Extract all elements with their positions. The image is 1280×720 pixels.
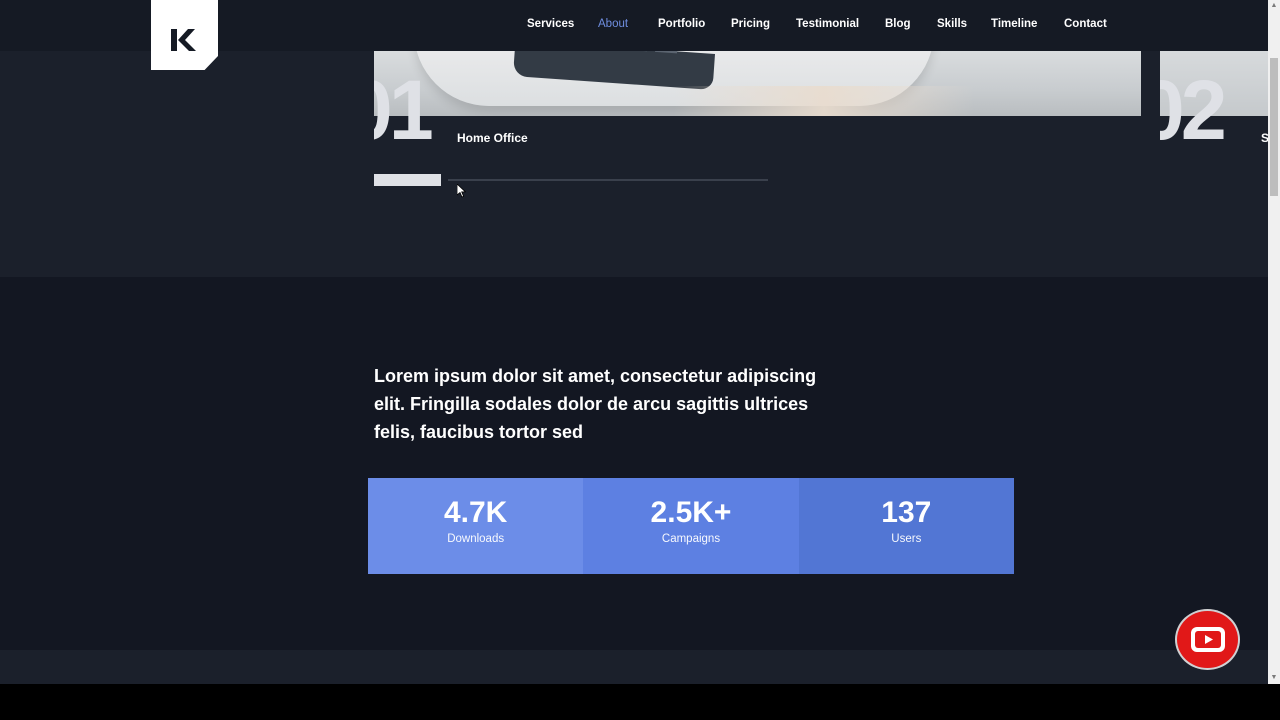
page-scrollbar[interactable]: ▲ ▼ <box>1268 0 1280 684</box>
slide-number-next: 02 <box>1138 63 1224 157</box>
youtube-button[interactable] <box>1177 611 1238 668</box>
nav-item-services[interactable]: Services <box>527 18 574 30</box>
next-section <box>0 650 1268 684</box>
nav-item-blog[interactable]: Blog <box>885 18 911 30</box>
scroll-thumb[interactable] <box>1270 58 1278 196</box>
nav-item-portfolio[interactable]: Portfolio <box>658 18 705 30</box>
slider-progress-active[interactable] <box>374 174 441 186</box>
youtube-icon <box>1191 627 1225 652</box>
scroll-down-arrow-icon[interactable]: ▼ <box>1268 672 1280 684</box>
stat-value: 2.5K+ <box>650 496 732 529</box>
stat-value: 4.7K <box>443 496 508 529</box>
logo-k-icon <box>171 29 196 51</box>
site-logo[interactable] <box>151 0 218 70</box>
nav-item-pricing[interactable]: Pricing <box>731 18 770 30</box>
stat-label: Campaigns <box>661 533 721 545</box>
slider-progress-track[interactable] <box>448 179 768 181</box>
about-lead-text: Lorem ipsum dolor sit amet, consectetur … <box>374 366 817 442</box>
slide-title[interactable]: Home Office <box>457 131 528 145</box>
stat-label: Users <box>891 533 922 545</box>
stats-bar: 4.7K Downloads 2.5K+ Campaigns 137 Users <box>368 478 1014 574</box>
about-section: Lorem ipsum dolor sit amet, consectetur … <box>0 277 1268 650</box>
nav-item-skills[interactable]: Skills <box>937 18 967 30</box>
nav-item-contact[interactable]: Contact <box>1064 18 1107 30</box>
nav-item-timeline[interactable]: Timeline <box>991 18 1037 30</box>
nav-item-testimonial[interactable]: Testimonial <box>796 18 859 30</box>
stat-users: 137 Users <box>798 478 1014 574</box>
mouse-cursor-icon <box>457 184 466 198</box>
stat-label: Downloads <box>447 533 505 545</box>
stat-downloads: 4.7K Downloads <box>368 478 584 574</box>
slide-number: 01 <box>346 63 432 157</box>
nav-item-about[interactable]: About <box>598 18 628 30</box>
scroll-up-arrow-icon[interactable]: ▲ <box>1268 0 1280 12</box>
page-viewport: 01 Home Office 02 S Lorem ipsum dolor si… <box>0 0 1268 684</box>
stat-value: 137 <box>881 496 932 529</box>
slide-image-home-office[interactable] <box>374 51 1141 116</box>
slide-title-next[interactable]: S <box>1261 131 1268 145</box>
stat-campaigns: 2.5K+ Campaigns <box>583 478 799 574</box>
